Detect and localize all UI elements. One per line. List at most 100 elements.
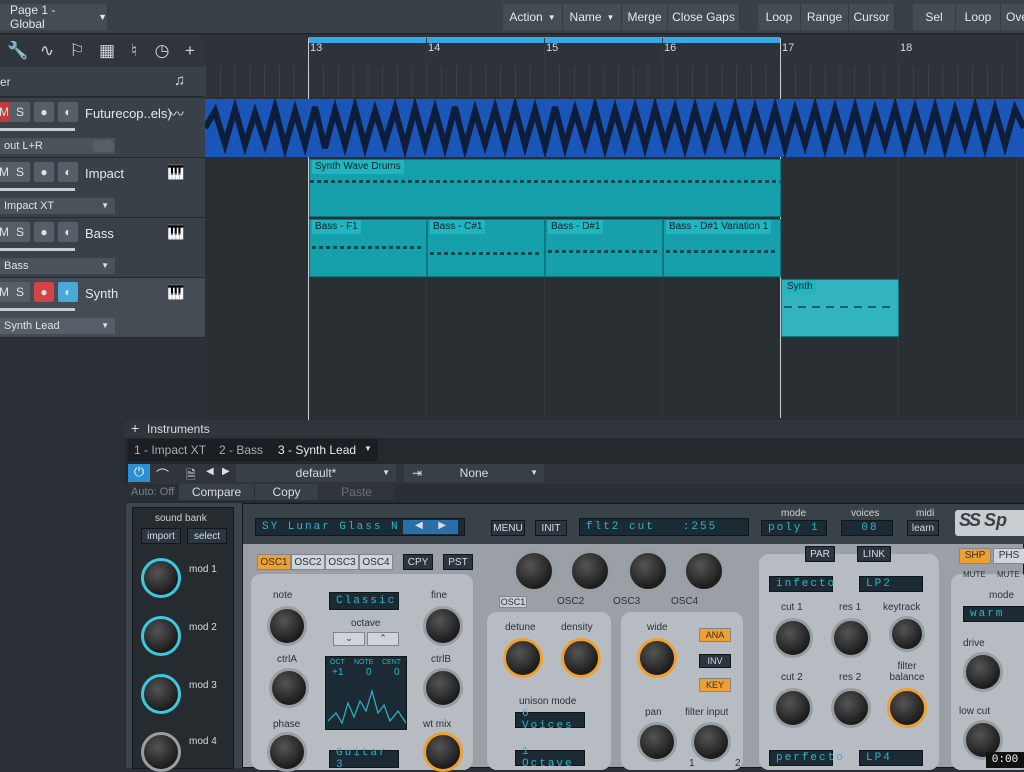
cursor-button[interactable]: Cursor [849,4,895,30]
filter1-mode[interactable]: LP2 [859,576,923,592]
copy-button[interactable]: Copy [255,484,318,500]
wrench-icon[interactable]: 🔧 [6,39,30,63]
wave-display[interactable]: OCT NOTE CENT +1 0 0 [325,656,407,730]
wtmix-knob[interactable] [423,732,463,772]
record-button[interactable]: ● [34,162,54,182]
cut1-knob[interactable] [773,618,813,658]
patch-nav[interactable]: ◀ ▶ [403,520,458,534]
mode-display[interactable]: poly 1 [761,520,827,536]
record-button[interactable]: ● [34,282,54,302]
tab-impact[interactable]: 1 - Impact XT [134,443,206,457]
signal-icon[interactable]: ⌒ [156,465,169,484]
tab-osc1[interactable]: OSC1 [257,554,291,570]
sidechain-selector[interactable]: ⇥ None ▼ [404,464,544,482]
filter1-type[interactable]: infecto [769,576,834,592]
volume-fader[interactable] [0,128,75,131]
power-icon[interactable]: ⏻ [128,464,150,482]
classic-display[interactable]: Classic [329,592,399,610]
unison-display[interactable]: 6 Voices [515,708,585,732]
compare-button[interactable]: Compare [179,484,254,500]
drum-clip[interactable]: Synth Wave Drums [309,159,781,217]
volume-fader[interactable] [0,188,75,191]
paste-button[interactable]: Paste [319,484,394,500]
track-name[interactable]: Impact [85,166,124,181]
prev-icon[interactable]: ◀ [206,466,214,477]
instrument-selector[interactable]: Bass ▼ [0,258,115,274]
page-selector[interactable]: Page 1 - Global ▼ [0,3,108,31]
instrument-selector[interactable]: Synth Lead ▼ [0,318,115,334]
volume-fader[interactable] [0,248,75,251]
solo-button[interactable]: S [10,282,30,302]
osc1-select[interactable]: OSC1 [499,596,527,608]
filter2-type[interactable]: perfecto [769,750,843,766]
res2-knob[interactable] [831,688,871,728]
tab-bass[interactable]: 2 - Bass [219,443,263,457]
track-name[interactable]: Bass [85,226,114,241]
name-button[interactable]: Name ▼ [563,4,622,30]
loop2-button[interactable]: Loop [956,4,1001,30]
ana-button[interactable]: ANA [699,628,731,642]
octave-display[interactable]: 1 Octave [515,746,585,770]
link-toggle[interactable] [92,140,114,152]
curve-icon[interactable]: ∿ [35,39,59,63]
import-button[interactable]: import [141,528,181,544]
par-button[interactable]: PAR [805,546,835,562]
tab-osc2[interactable]: OSC2 [291,554,325,570]
learn-button[interactable]: learn [907,520,939,536]
solo-button[interactable]: S [10,222,30,242]
quantize-icon[interactable]: ♮ [122,39,146,63]
ove-button[interactable]: Ove [1001,4,1024,30]
res1-knob[interactable] [831,618,871,658]
track-name[interactable]: Futurecop..els) [85,106,172,121]
instrument-selector[interactable]: Impact XT ▼ [0,198,115,214]
note-knob[interactable] [267,606,307,646]
monitor-button[interactable]: ◐ [58,222,78,242]
detune-knob[interactable] [503,638,543,678]
phs-tab[interactable]: PHS [993,548,1024,564]
monitor-button[interactable]: ◐ [58,282,78,302]
clock-icon[interactable]: ◷ [150,39,174,63]
ctrlb-knob[interactable] [423,668,463,708]
link-button[interactable]: LINK [857,546,891,562]
osc3-select[interactable]: OSC3 [613,596,640,607]
music-note-icon[interactable]: ♫ [174,72,185,89]
track-name[interactable]: Synth [85,286,118,301]
menu-button[interactable]: MENU [491,520,525,536]
solo-button[interactable]: S [10,102,30,122]
audio-clip[interactable] [202,96,1024,159]
filter-input-knob[interactable] [691,722,731,762]
tab-osc4[interactable]: OSC4 [359,554,393,570]
copy-osc-button[interactable]: CPY [403,554,433,570]
mod2-knob[interactable] [141,616,181,656]
bass-clip[interactable]: Bass - C#1 [427,219,545,277]
pan-knob[interactable] [637,722,677,762]
fine-knob[interactable] [423,606,463,646]
add-icon[interactable]: + [131,420,139,436]
filter2-mode[interactable]: LP4 [859,750,923,766]
volume-fader[interactable] [0,308,75,311]
osc3-knob[interactable] [627,550,669,592]
track-impact[interactable]: M S ● ◐ Impact 🎹 Impact XT ▼ [0,158,205,218]
octave-down-button[interactable]: ⌄ [333,632,365,646]
prev-icon[interactable]: ◀ [415,520,423,531]
drive-knob[interactable] [963,652,1003,692]
monitor-button[interactable]: ◐ [58,162,78,182]
bass-clip[interactable]: Bass - D#1 Variation 1 [663,219,781,277]
bass-clip[interactable]: Bass - F1 [309,219,427,277]
solo-button[interactable]: S [10,162,30,182]
range-button[interactable]: Range [801,4,849,30]
wide-knob[interactable] [637,638,677,678]
shp-tab[interactable]: SHP [959,548,991,564]
key-button[interactable]: KEY [699,678,731,692]
track-synth[interactable]: M S ● ◐ Synth 🎹 Synth Lead ▼ [0,278,205,338]
mute-label[interactable]: MUTE [997,570,1020,579]
osc1-knob[interactable] [513,550,555,592]
osc4-knob[interactable] [683,550,725,592]
tab-osc3[interactable]: OSC3 [325,554,359,570]
octave-up-button[interactable]: ⌃ [367,632,399,646]
next-icon[interactable]: ▶ [222,466,230,477]
ctrla-knob[interactable] [269,668,309,708]
inv-button[interactable]: INV [699,654,731,668]
density-knob[interactable] [561,638,601,678]
tab-synth-lead[interactable]: 3 - Synth Lead [278,443,356,457]
